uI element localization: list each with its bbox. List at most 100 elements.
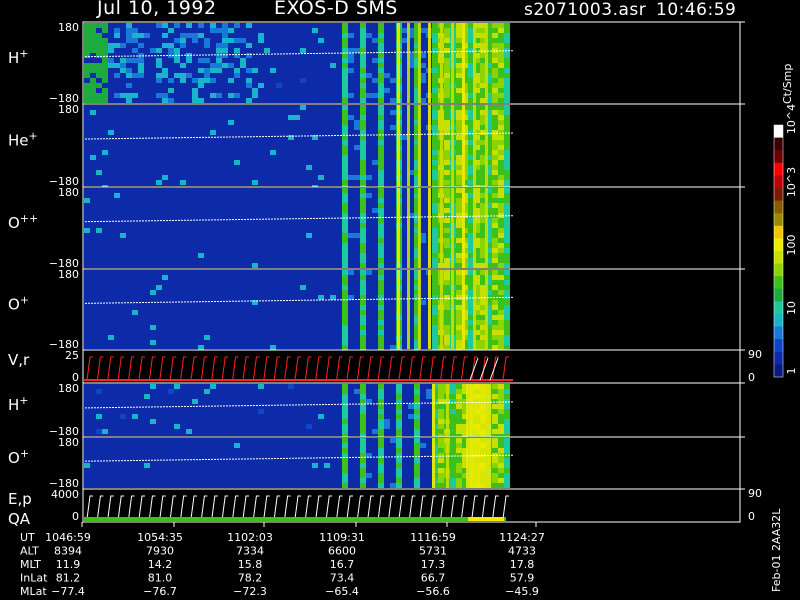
right-max-label-v-r: 90 (748, 348, 762, 361)
spectro-cell (126, 83, 132, 88)
spectro-cell (168, 43, 174, 48)
spectro-cell (360, 115, 366, 120)
spectro-cell (498, 320, 504, 325)
spectro-cell (378, 258, 384, 263)
spectro-cell (438, 389, 444, 394)
spectro-cell (450, 404, 456, 409)
spectro-cell (378, 228, 384, 233)
burst-stripe (407, 105, 410, 186)
spectro-cell (96, 73, 102, 78)
spectro-cell (432, 180, 438, 185)
spectro-cell (504, 340, 510, 345)
spectro-cell (378, 345, 384, 350)
spectro-cell (342, 130, 348, 135)
spectro-cell (498, 110, 504, 115)
spectro-cell (432, 228, 438, 233)
spectro-cell (216, 53, 222, 58)
spectro-cell (366, 73, 372, 78)
spectro-cell (342, 258, 348, 263)
spectro-cell (456, 165, 462, 170)
y-max-label-h-plus-2: 180 (58, 382, 79, 395)
spectro-cell (438, 443, 444, 448)
spectro-cell (438, 478, 444, 483)
spectro-cell (414, 478, 420, 483)
spectro-cell (492, 404, 498, 409)
spectro-cell (396, 483, 402, 488)
spectro-cell (456, 48, 462, 53)
spectro-cell (198, 78, 204, 83)
spectro-cell (360, 93, 366, 98)
spectro-cell (90, 28, 96, 33)
colorbar-tick-label: 10^3 (785, 167, 798, 197)
spectro-cell (162, 23, 168, 28)
spectro-cell (444, 150, 450, 155)
spectro-cell (504, 193, 510, 198)
spectro-cell (210, 28, 216, 33)
spectro-cell (432, 38, 438, 43)
spectro-cell (432, 145, 438, 150)
burst-stripe (397, 23, 400, 103)
spectro-cell (444, 140, 450, 145)
spectro-cell (504, 310, 510, 315)
spectro-cell (342, 63, 348, 68)
spectro-cell (84, 33, 90, 38)
spectro-cell (504, 23, 510, 28)
colorbar-segment (774, 238, 783, 252)
spectro-cell (504, 175, 510, 180)
spectro-cell (456, 315, 462, 320)
spectro-cell (342, 310, 348, 315)
spectro-cell (498, 438, 504, 443)
spectro-cell (360, 424, 366, 429)
spectro-cell (492, 110, 498, 115)
spectro-cell (108, 43, 114, 48)
spectro-cell (132, 310, 138, 315)
spectro-cell (156, 48, 162, 53)
spectro-cell (456, 145, 462, 150)
y-max-label-o-plus-plus: 180 (58, 186, 79, 199)
spectro-cell (426, 394, 432, 399)
burst-stripe (428, 188, 431, 268)
spectro-cell (444, 253, 450, 258)
spectro-cell (120, 93, 126, 98)
spectro-cell (420, 443, 426, 448)
spectro-cell (348, 53, 354, 58)
spectro-cell (432, 223, 438, 228)
ephemeris-value: −65.4 (325, 585, 359, 598)
spectro-cell (432, 275, 438, 280)
spectro-cell (132, 73, 138, 78)
spectro-cell (342, 203, 348, 208)
ephemeris-value: 1054:35 (137, 531, 183, 544)
spectro-cell (498, 305, 504, 310)
spectro-cell (360, 483, 366, 488)
spectro-cell (138, 73, 144, 78)
spectro-cell (456, 384, 462, 389)
spectro-cell (444, 203, 450, 208)
burst-stripe (451, 188, 454, 268)
spectro-cell (342, 115, 348, 120)
spectro-cell (378, 83, 384, 88)
spectro-cell (342, 188, 348, 193)
spectro-cell (492, 468, 498, 473)
spectro-cell (432, 105, 438, 110)
spectro-cell (126, 33, 132, 38)
spectro-cell (456, 429, 462, 434)
spectro-cell (492, 135, 498, 140)
spectro-cell (84, 228, 90, 233)
burst-stripe (418, 23, 421, 103)
spectro-cell (456, 404, 462, 409)
spectro-cell (432, 285, 438, 290)
spectro-cell (498, 263, 504, 268)
spectro-cell (216, 28, 222, 33)
spectro-cell (450, 389, 456, 394)
spectro-cell (366, 399, 372, 404)
spectro-cell (456, 198, 462, 203)
spectro-cell (396, 394, 402, 399)
colorbar-tick-label: 10^4 (785, 104, 798, 134)
spectro-cell (504, 473, 510, 478)
spectro-cell (102, 28, 108, 33)
spectro-cell (498, 188, 504, 193)
spectro-cell (108, 48, 114, 53)
spectro-cell (414, 453, 420, 458)
spectro-cell (444, 340, 450, 345)
spectro-cell (444, 110, 450, 115)
